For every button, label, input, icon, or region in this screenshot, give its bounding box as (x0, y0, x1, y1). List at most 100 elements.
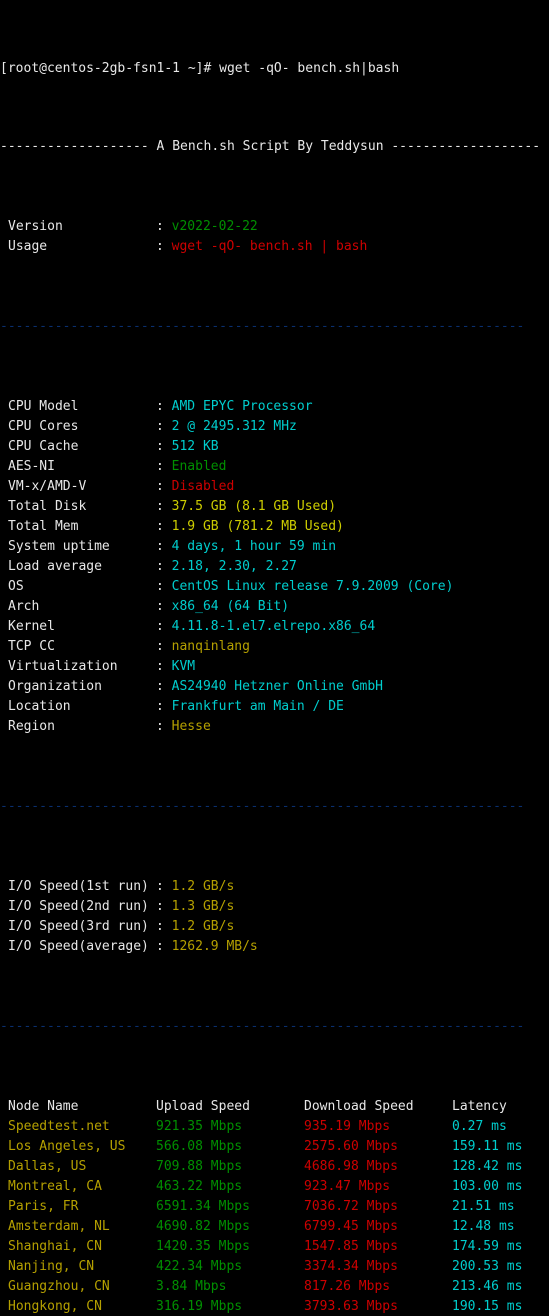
cell-latency: 159.11 ms (452, 1139, 523, 1154)
table-row: Speedtest.net 921.35 Mbps 935.19 Mbps 0.27 … (0, 1117, 549, 1137)
cell-download-speed: 3374.34 Mbps (304, 1259, 398, 1274)
io-speed-section: I/O Speed(1st run): 1.2 GB/s I/O Speed(2… (0, 877, 549, 957)
io-speed-value: 1.2 GB/s (171, 879, 235, 894)
system-info-row: Kernel: 4.11.8-1.el7.elrepo.x86_64 (0, 617, 549, 637)
system-info-label: AES-NI (8, 459, 55, 474)
system-info-label: CPU Cores (8, 419, 79, 434)
io-speed-row: I/O Speed(average): 1262.9 MB/s (0, 937, 549, 957)
system-info-label: CPU Cache (8, 439, 79, 454)
system-info-label: System uptime (8, 539, 110, 554)
script-info-section: Version: v2022-02-22 Usage: wget -qO- be… (0, 217, 549, 257)
cell-download-speed: 935.19 Mbps (304, 1119, 391, 1134)
io-speed-row: I/O Speed(2nd run): 1.3 GB/s (0, 897, 549, 917)
cell-latency: 0.27 ms (452, 1119, 507, 1134)
table-row: Shanghai, CN 1420.35 Mbps 1547.85 Mbps 174.… (0, 1237, 549, 1257)
colon-separator: : (156, 619, 172, 634)
table-row: Nanjing, CN 422.34 Mbps 3374.34 Mbps 200.53… (0, 1257, 549, 1277)
system-info-row: TCP CC: nanqinlang (0, 637, 549, 657)
colon-separator: : (156, 539, 172, 554)
io-speed-row: I/O Speed(3rd run): 1.2 GB/s (0, 917, 549, 937)
cell-download-speed: 1547.85 Mbps (304, 1239, 398, 1254)
system-info-row: VM-x/AMD-V: Disabled (0, 477, 549, 497)
colon-separator: : (156, 579, 172, 594)
cell-node-name: Guangzhou, CN (8, 1279, 110, 1294)
system-info-value: x86_64 (64 Bit) (171, 599, 290, 614)
cell-upload-speed: 463.22 Mbps (156, 1179, 243, 1194)
table-row: Paris, FR 6591.34 Mbps 7036.72 Mbps 21.51 m… (0, 1197, 549, 1217)
system-info-value: nanqinlang (171, 639, 250, 654)
terminal-window[interactable]: [root@centos-2gb-fsn1-1 ~]# wget -qO- be… (0, 0, 549, 1316)
cell-latency: 213.46 ms (452, 1279, 523, 1294)
system-info-value: KVM (171, 659, 196, 674)
table-row: Guangzhou, CN 3.84 Mbps 817.26 Mbps 213.46 … (0, 1277, 549, 1297)
script-info-label: Version (8, 219, 63, 234)
system-info-label: CPU Model (8, 399, 79, 414)
cell-upload-speed: 4690.82 Mbps (156, 1219, 250, 1234)
table-row: Dallas, US 709.88 Mbps 4686.98 Mbps 128.42 … (0, 1157, 549, 1177)
table-row: Hongkong, CN 316.19 Mbps 3793.63 Mbps 190.1… (0, 1297, 549, 1316)
system-info-label: Organization (8, 679, 102, 694)
cell-upload-speed: 3.84 Mbps (156, 1279, 227, 1294)
cell-node-name: Paris, FR (8, 1199, 79, 1214)
cell-upload-speed: 316.19 Mbps (156, 1299, 243, 1314)
system-info-value: AMD EPYC Processor (171, 399, 313, 414)
colon-separator: : (156, 879, 172, 894)
cell-latency: 103.00 ms (452, 1179, 523, 1194)
colon-separator: : (156, 439, 172, 454)
system-info-label: VM-x/AMD-V (8, 479, 87, 494)
system-info-label: OS (8, 579, 24, 594)
cell-latency: 190.15 ms (452, 1299, 523, 1314)
cell-download-speed: 2575.60 Mbps (304, 1139, 398, 1154)
colon-separator: : (156, 639, 172, 654)
system-info-value: CentOS Linux release 7.9.2009 (Core) (171, 579, 454, 594)
system-info-label: Arch (8, 599, 40, 614)
column-header-upload-speed: Upload Speed (156, 1099, 250, 1114)
system-info-value: 1.9 GB (781.2 MB Used) (171, 519, 344, 534)
colon-separator: : (156, 219, 172, 234)
cell-node-name: Nanjing, CN (8, 1259, 95, 1274)
cell-upload-speed: 6591.34 Mbps (156, 1199, 250, 1214)
system-info-label: Location (8, 699, 71, 714)
system-info-value: Disabled (171, 479, 235, 494)
colon-separator: : (156, 519, 172, 534)
colon-separator: : (156, 919, 172, 934)
colon-separator: : (156, 479, 172, 494)
cell-latency: 200.53 ms (452, 1259, 523, 1274)
colon-separator: : (156, 679, 172, 694)
colon-separator: : (156, 239, 172, 254)
cell-download-speed: 7036.72 Mbps (304, 1199, 398, 1214)
cell-upload-speed: 566.08 Mbps (156, 1139, 243, 1154)
separator-line-1: ----------------------------------------… (0, 319, 525, 334)
system-info-value: 512 KB (171, 439, 219, 454)
separator-line-3: ----------------------------------------… (0, 1019, 525, 1034)
speedtest-table: Node Name Upload Speed Download Speed Laten… (0, 1097, 549, 1316)
system-info-value: 37.5 GB (8.1 GB Used) (171, 499, 337, 514)
system-info-label: TCP CC (8, 639, 55, 654)
cell-node-name: Shanghai, CN (8, 1239, 102, 1254)
system-info-label: Virtualization (8, 659, 118, 674)
cell-node-name: Amsterdam, NL (8, 1219, 110, 1234)
system-info-row: CPU Model: AMD EPYC Processor (0, 397, 549, 417)
colon-separator: : (156, 899, 172, 914)
system-info-row: System uptime: 4 days, 1 hour 59 min (0, 537, 549, 557)
cell-upload-speed: 1420.35 Mbps (156, 1239, 250, 1254)
cell-download-speed: 4686.98 Mbps (304, 1159, 398, 1174)
system-info-row: Organization: AS24940 Hetzner Online Gmb… (0, 677, 549, 697)
shell-prompt-line: [root@centos-2gb-fsn1-1 ~]# wget -qO- be… (0, 61, 400, 76)
colon-separator: : (156, 419, 172, 434)
colon-separator: : (156, 459, 172, 474)
